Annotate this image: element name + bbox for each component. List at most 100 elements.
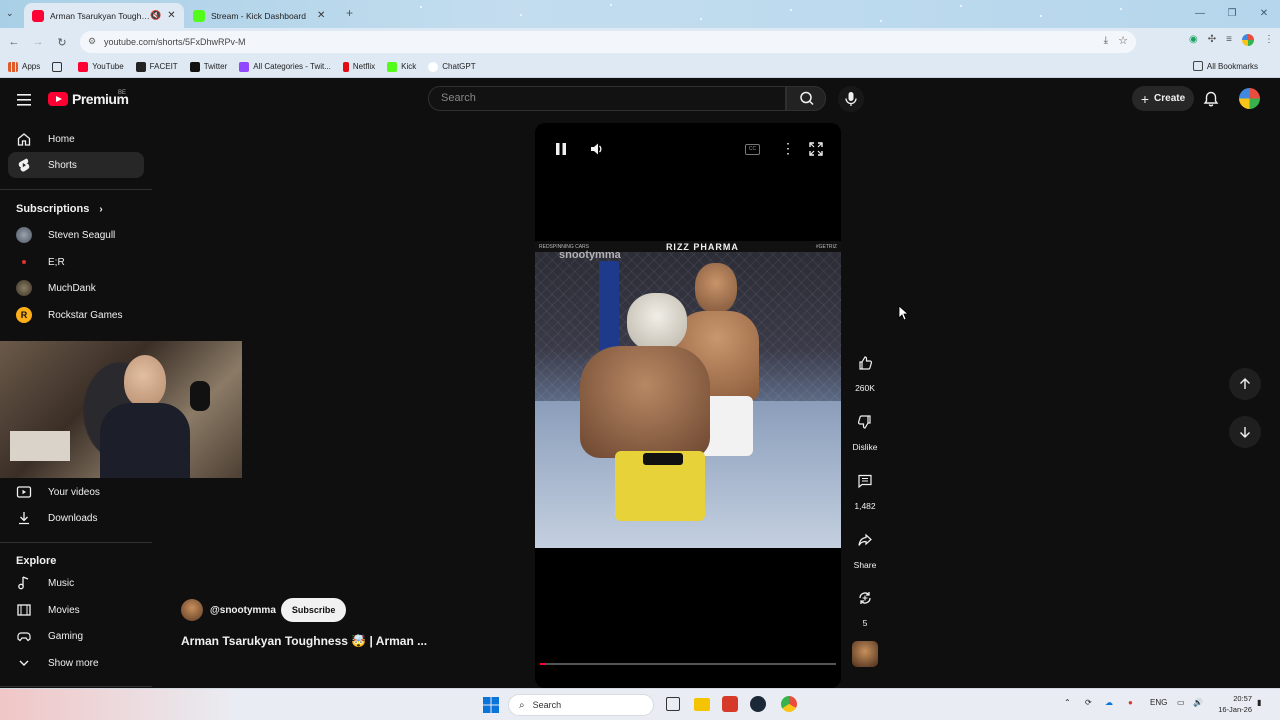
tray-app-icon[interactable]: ⟳ [1085,698,1092,707]
netflix-icon [342,61,349,72]
sidebar-item-home[interactable]: Home [8,126,144,152]
sidebar-divider [0,189,152,190]
media-icon[interactable]: ≡ [1226,34,1232,46]
language-indicator[interactable]: ENG [1150,698,1167,707]
bookmark-grid[interactable] [52,61,66,72]
tab-youtube[interactable]: Arman Tsarukyan Toughness 🔇 ✕ [24,3,184,28]
steam-icon[interactable] [750,696,766,712]
menu-icon[interactable]: ⋮ [1264,34,1274,46]
bookmark-kick[interactable]: Kick [387,61,416,72]
sidebar-item-shorts[interactable]: Shorts [8,152,144,178]
back-icon[interactable]: ← [2,36,26,48]
bookmark-star-icon[interactable]: ☆ [1118,34,1128,47]
sound-thumbnail[interactable] [852,641,878,667]
shorts-player[interactable]: CC ⋮ REDSPINNING CARS RIZZ PHARMA #GETRI… [535,123,841,688]
window-close-icon[interactable]: ✕ [1248,0,1280,28]
volume-tray-icon[interactable]: 🔊 [1193,698,1203,707]
fullscreen-button[interactable] [809,142,823,161]
clock[interactable]: 20:57 16-Jan-26 [1212,693,1252,715]
bookmark-twitch[interactable]: All Categories - Twit... [239,61,331,72]
cage-pad [599,261,619,351]
bookmark-chatgpt[interactable]: ChatGPT [428,61,476,72]
reload-icon[interactable]: ↻ [50,36,74,49]
sidebar-divider [0,686,152,687]
taskbar-search[interactable]: ⌕ Search [508,694,654,716]
install-app-icon[interactable]: ⤓ [1104,35,1108,46]
voice-search-button[interactable] [838,86,864,112]
profile-avatar[interactable] [1242,34,1254,46]
account-avatar[interactable] [1239,88,1260,109]
grammarly-icon[interactable]: ◉ [1189,34,1198,46]
plus-icon: + [1140,90,1150,107]
chrome-icon[interactable] [781,696,797,712]
pause-button[interactable] [554,142,568,161]
tray-overflow-icon[interactable]: ⌃ [1064,698,1071,707]
chevron-right-icon: › [99,203,103,215]
dislike-button[interactable]: Dislike [849,407,881,452]
sidebar-item-gaming[interactable]: Gaming [8,623,144,649]
address-bar[interactable]: ⚙ youtube.com/shorts/5FxDhwRPv-M ⤓ ☆ [80,31,1136,53]
site-info-icon[interactable]: ⚙ [88,36,96,47]
maximize-icon[interactable]: ❐ [1216,0,1248,28]
onedrive-icon[interactable]: ☁ [1105,698,1113,707]
sidebar-item-movies[interactable]: Movies [8,597,144,623]
sidebar-item-your-videos[interactable]: Your videos [8,479,144,505]
minimize-icon[interactable]: — [1184,0,1216,28]
kick-icon [387,61,398,72]
mic-tray-icon[interactable]: ● [1128,698,1133,707]
task-view-icon[interactable] [666,697,680,711]
extensions-icon[interactable]: ✣ [1208,34,1216,46]
notifications-button[interactable] [1201,89,1221,109]
notification-center-icon[interactable]: ▮ [1257,698,1261,707]
subscription-steven-seagull[interactable]: Steven Seagull [8,222,144,248]
file-explorer-icon[interactable] [694,698,710,711]
sidebar-item-downloads[interactable]: Downloads [8,505,144,531]
comments-button[interactable]: 1,482 [849,466,881,511]
search-icon: ⌕ [519,699,525,711]
bookmark-netflix[interactable]: Netflix [342,61,375,72]
bookmark-faceit[interactable]: FACEIT [135,61,178,72]
more-options-icon[interactable]: ⋮ [781,140,795,157]
previous-short-button[interactable] [1229,368,1261,400]
volume-button[interactable] [590,142,604,161]
remix-button[interactable]: 5 [849,583,881,628]
close-icon[interactable]: ✕ [167,10,175,21]
forward-icon[interactable]: → [26,36,50,48]
network-icon[interactable]: ▭ [1177,698,1185,707]
app-icon[interactable] [722,696,738,712]
captions-icon[interactable]: CC [745,144,760,155]
new-tab-icon[interactable]: + [346,6,353,20]
subscription-rockstar-games[interactable]: R Rockstar Games [8,302,144,328]
like-button[interactable]: 260K [849,348,881,393]
bookmark-apps[interactable]: Apps [8,61,40,72]
video-title[interactable]: Arman Tsarukyan Toughness 🤯 | Arman ... [181,634,427,648]
sidebar-item-show-more[interactable]: Show more [8,650,144,676]
all-bookmarks[interactable]: All Bookmarks [1192,61,1258,71]
sidebar-divider [0,542,152,543]
microphone-shape [190,381,210,411]
progress-bar[interactable] [540,663,836,665]
share-button[interactable]: Share [849,525,881,570]
video-frame: REDSPINNING CARS RIZZ PHARMA #GETRIZ sno… [535,241,841,548]
search-button[interactable] [786,86,826,111]
channel-avatar[interactable] [181,599,203,621]
channel-handle[interactable]: @snootymma [210,605,276,616]
hamburger-menu-icon[interactable] [17,93,31,111]
subscription-er[interactable]: E;R [8,249,144,275]
downloads-icon [16,510,32,526]
tab-search-icon[interactable]: ⌄ [6,8,14,19]
subscription-muchdank[interactable]: MuchDank [8,275,144,301]
start-button[interactable] [483,697,499,718]
next-short-button[interactable] [1229,416,1261,448]
create-button[interactable]: + Create [1132,86,1194,111]
subscriptions-heading[interactable]: Subscriptions › [16,203,103,215]
bookmark-twitter[interactable]: Twitter [189,61,227,72]
search-input[interactable]: Search [428,86,786,111]
sidebar-item-music[interactable]: Music [8,570,144,596]
mute-icon[interactable]: 🔇 [150,10,161,21]
subscribe-button[interactable]: Subscribe [280,598,347,622]
youtube-premium-logo[interactable]: Premium [48,91,129,107]
bookmark-youtube[interactable]: YouTube [78,61,124,72]
close-icon[interactable]: ✕ [317,10,325,21]
tab-kick[interactable]: Stream - Kick Dashboard ✕ [185,3,341,28]
